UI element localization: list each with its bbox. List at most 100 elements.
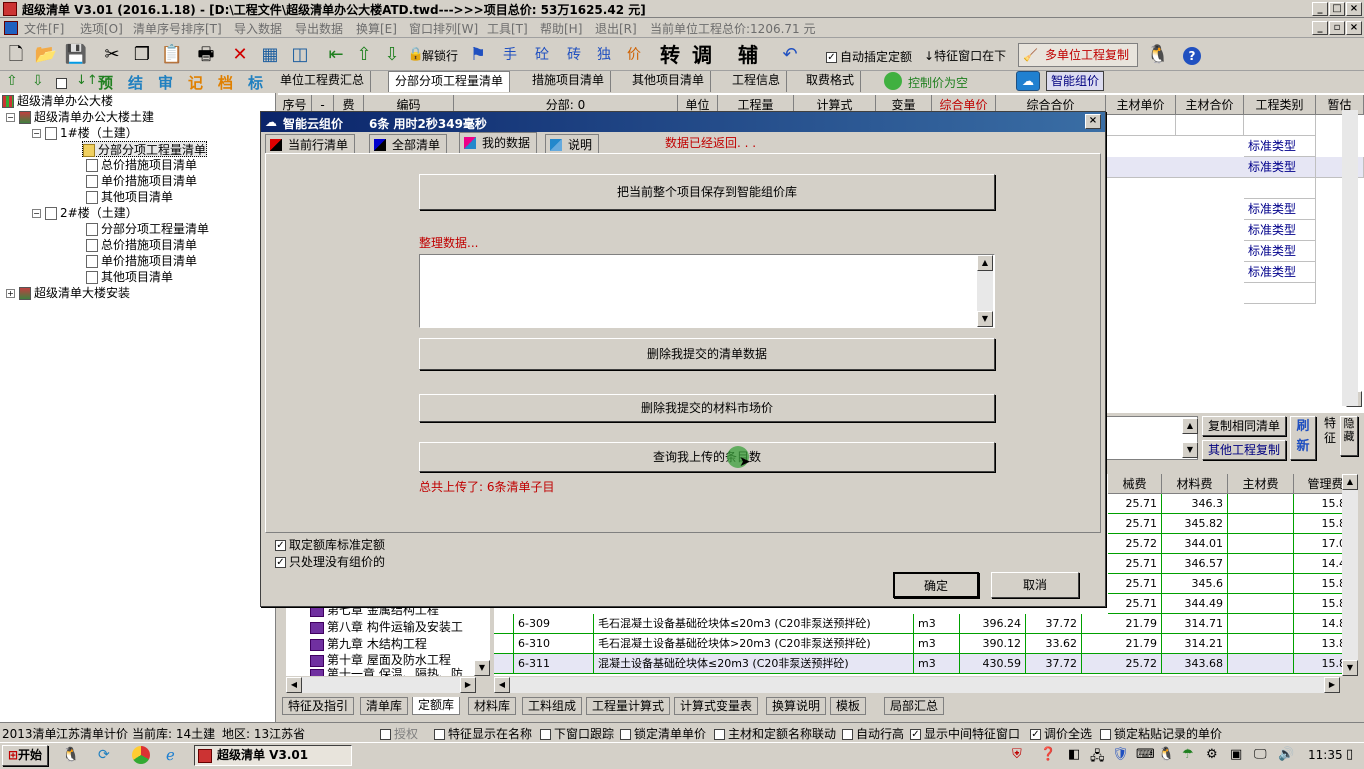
material-fee-cell[interactable]: 344.49 [1162,594,1228,614]
cut-icon[interactable]: ✂ [100,43,124,67]
category-cell[interactable]: 标准类型 [1244,199,1316,220]
tray-usb-icon[interactable]: ▣ [1230,747,1242,762]
child-close-button[interactable]: × [1346,21,1362,35]
lock-bill-price-checkbox[interactable]: 锁定清单单价 [620,725,706,742]
collapse-icon[interactable]: − [32,129,41,138]
tab-bill-library[interactable]: 清单库 [360,697,409,715]
tab-quantity-formula[interactable]: 工程量计算式 [586,697,671,715]
material-fee-cell[interactable]: 345.6 [1162,574,1228,594]
columns-icon[interactable]: ◫ [288,43,312,67]
app-taskbar-icon[interactable]: ⟳ [98,747,110,763]
save-icon[interactable]: 💾 [64,43,88,67]
quota-scroll-down[interactable]: ▼ [1342,660,1358,676]
machine-fee-cell[interactable]: 21.79 [1082,614,1162,634]
standard-quota-checkbox[interactable]: ✓ 取定额库标准定额 [275,536,385,553]
labor-fee-cell[interactable]: 33.62 [1026,634,1082,654]
tree-node[interactable]: 单价措施项目清单 [86,253,197,269]
main-material-cell[interactable] [1228,534,1294,554]
refresh-button[interactable]: 刷新 [1290,416,1316,460]
auto-row-height-checkbox[interactable]: 自动行高 [842,725,904,742]
tab-project-info[interactable]: 工程信息 [726,71,788,92]
middle-feature-window-checkbox[interactable]: ✓ 显示中间特征窗口 [910,725,1020,742]
tab-material-library[interactable]: 材料库 [468,697,517,715]
main-material-cell[interactable] [1228,614,1294,634]
tab-notes[interactable]: 说明 [545,134,600,154]
app-icon[interactable] [3,2,17,16]
quota-code-cell[interactable]: 6-310 [514,634,594,654]
grid-cell[interactable] [1244,178,1316,199]
tray-expand-icon[interactable]: ▯ [1346,747,1353,762]
quota-name-cell[interactable]: 毛石混凝土设备基础砼块体>20m3 (C20非泵送预拌砼) [594,634,914,654]
grid-row-highlight[interactable] [1106,157,1364,178]
tab-partial-summary[interactable]: 局部汇总 [884,697,945,715]
material-fee-cell[interactable]: 346.3 [1162,494,1228,514]
dialog-close-button[interactable]: × [1085,114,1101,129]
col-header-machine-fee[interactable]: 械费 [1108,474,1162,494]
lower-window-track-checkbox[interactable]: 下窗口跟踪 [540,725,614,742]
minimize-button[interactable]: _ [1312,2,1328,16]
qq-taskbar-icon[interactable]: 🐧 [62,747,79,763]
smart-pricing-button[interactable]: 智能组价 [1046,71,1105,91]
lock-paste-price-checkbox[interactable]: 锁定粘贴记录的单价 [1100,725,1222,742]
machine-fee-cell[interactable]: 21.79 [1082,634,1162,654]
machine-fee-cell[interactable]: 25.71 [1108,594,1162,614]
bid-button[interactable]: 标 [248,72,263,93]
col-header-main-material-fee[interactable]: 主材费 [1228,474,1294,494]
main-material-cell[interactable] [1228,594,1294,614]
tree-node[interactable]: − 2#楼（土建） [32,205,138,221]
chapter-item[interactable]: 第十一章 保温、隔热、防 [310,666,463,676]
menu-options[interactable]: 选项[O] [80,20,123,37]
material-quota-link-checkbox[interactable]: 主材和定额名称联动 [714,725,836,742]
main-material-cell[interactable] [1228,654,1294,674]
audit-button[interactable]: 审 [158,72,173,93]
expand-icon[interactable]: + [6,289,15,298]
tree-node[interactable]: 分部分项工程量清单 [86,221,209,237]
child-restore-button[interactable]: ▫ [1329,21,1345,35]
tab-template[interactable]: 模板 [830,697,867,715]
feature-panel-tab[interactable]: 特征 [1320,416,1340,460]
other-project-copy-button[interactable]: 其他工程复制 [1202,440,1286,460]
feature-in-name-checkbox[interactable]: 特征显示在名称 [434,725,532,742]
multi-unit-copy-button[interactable]: 🧹 多单位工程复制 [1018,43,1138,67]
col-header-material-total[interactable]: 主材合价 [1176,95,1244,115]
col-header-category[interactable]: 工程类别 [1244,95,1316,115]
row-gutter[interactable] [494,634,514,654]
move-down-icon[interactable]: ⇩ [380,43,404,67]
copy-icon[interactable]: ❐ [130,43,154,67]
main-material-cell[interactable] [1228,634,1294,654]
help-icon[interactable]: ? [1183,47,1201,65]
settlement-button[interactable]: 结 [128,72,143,93]
quota-price-cell[interactable]: 430.59 [960,654,1026,674]
quota-price-cell[interactable]: 396.24 [960,614,1026,634]
menu-sort[interactable]: 清单序号排序[T] [133,20,222,37]
query-uploaded-count-button[interactable]: 查询我上传的条目数 [419,442,995,472]
chapter-hscroll[interactable] [286,677,476,693]
tray-icon-1[interactable]: ⛨ [1012,747,1022,762]
arrow-down-icon[interactable]: ⇩ [32,73,44,89]
tray-icon-3[interactable]: ⚙ [1206,747,1218,762]
menu-tools[interactable]: 工具[T] [487,20,528,37]
control-price-status[interactable]: 控制价为空 [908,74,968,91]
convert-tool-button[interactable]: 转 [658,43,682,67]
menu-file[interactable]: 文件[F] [24,20,64,37]
tree-node[interactable]: 分部分项工程量清单 [82,141,208,157]
adjust-tool-button[interactable]: 调 [690,43,714,67]
copy-same-list-button[interactable]: 复制相同清单 [1202,416,1286,436]
menu-exit[interactable]: 退出[R] [595,20,637,37]
row-gutter[interactable] [494,654,514,674]
quota-name-cell[interactable]: 毛石混凝土设备基础砼块体≤20m3 (C20非泵送预拌砼) [594,614,914,634]
col-header-material-fee[interactable]: 材料费 [1162,474,1228,494]
delete-bill-data-button[interactable]: 删除我提交的清单数据 [419,338,995,370]
category-cell[interactable]: 标准类型 [1244,220,1316,241]
collapse-icon[interactable]: − [32,209,41,218]
quota-unit-cell[interactable]: m3 [914,654,960,674]
menu-convert[interactable]: 换算[E] [356,20,397,37]
tab-conversion-notes[interactable]: 换算说明 [766,697,827,715]
tray-help-icon[interactable]: ❓ [1040,747,1056,762]
chrome-icon[interactable] [132,746,150,764]
quota-hscroll[interactable] [494,677,1340,693]
qq-icon[interactable]: 🐧 [1146,43,1170,67]
tray-shield-icon[interactable]: 🛡 [1112,747,1129,762]
chapter-scroll-left[interactable]: ◀ [286,677,302,693]
quota-unit-cell[interactable]: m3 [914,614,960,634]
